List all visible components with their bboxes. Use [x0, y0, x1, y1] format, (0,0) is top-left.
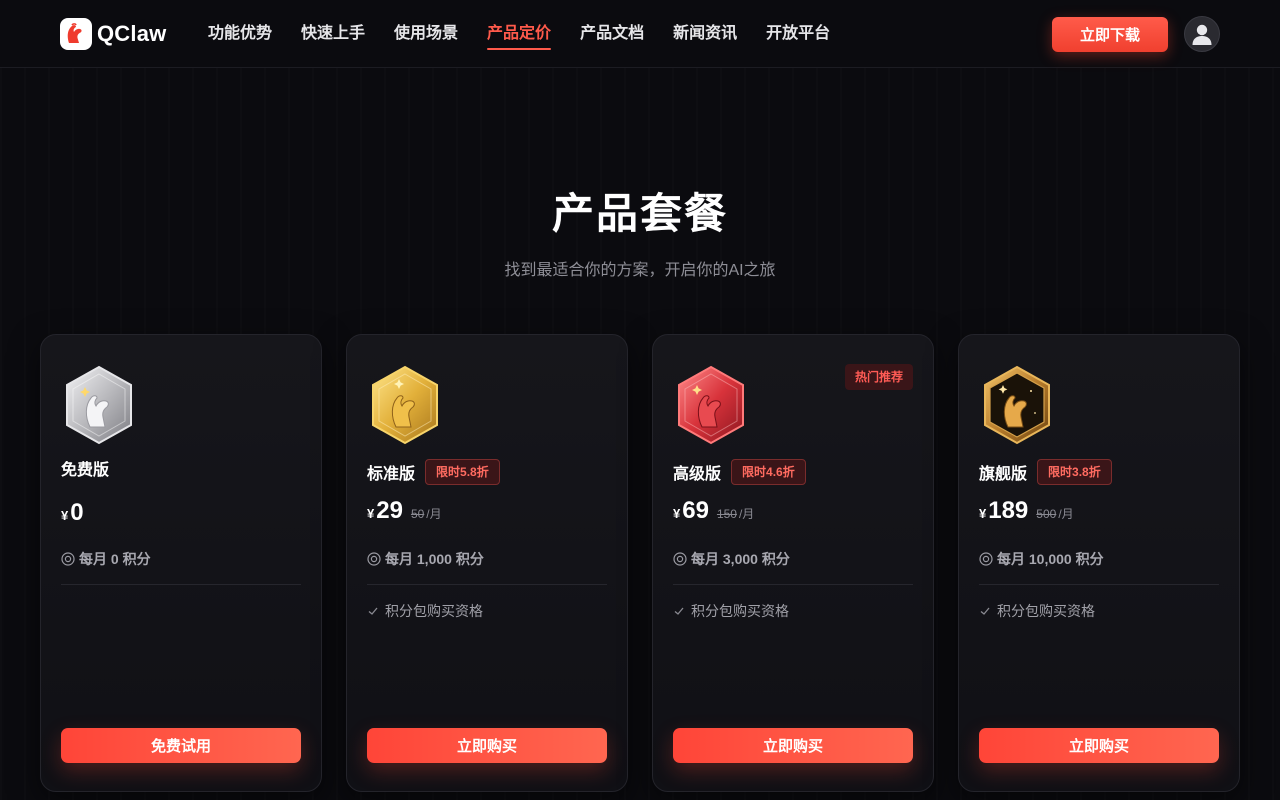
bronze-claw-badge-icon — [984, 365, 1050, 445]
plan-title-row: 高级版 限时4.6折 — [673, 459, 806, 485]
discount-badge: 限时5.8折 — [425, 459, 500, 485]
page-title: 产品套餐 — [551, 190, 728, 237]
logo-text: QClaw — [97, 21, 167, 46]
billing-period: /月 — [738, 507, 755, 521]
price-value: 0 — [70, 499, 84, 526]
points-coin-icon — [367, 552, 381, 566]
card-divider — [979, 584, 1219, 585]
discount-badge: 限时4.6折 — [731, 459, 806, 485]
main-nav: 功能优势 快速上手 使用场景 产品定价 产品文档 新闻资讯 开放平台 — [208, 0, 830, 68]
points-text: 每月 3,000 积分 — [691, 551, 790, 567]
points-coin-icon — [61, 552, 75, 566]
user-icon — [1192, 24, 1212, 45]
check-icon — [674, 607, 684, 615]
page-subtitle: 找到最适合你的方案，开启你的AI之旅 — [504, 262, 776, 279]
plan-name: 旗舰版 — [979, 466, 1028, 483]
currency-symbol: ¥ — [61, 508, 69, 523]
plan-card-free: 免费版 ¥ 0 每月 0 积分 免费试用 — [40, 334, 322, 792]
plan-name: 高级版 — [673, 466, 722, 483]
user-avatar[interactable] — [1184, 16, 1220, 52]
nav-item-news[interactable]: 新闻资讯 — [673, 0, 737, 68]
feature-text: 积分包购买资格 — [385, 603, 483, 619]
price-value: 29 — [376, 497, 403, 524]
plan-card-standard: 标准版 限时5.8折 ¥ 29 50 /月 每月 1,000 积分 积分包购买资… — [346, 334, 628, 792]
feature-item: 积分包购买资格 — [979, 601, 1095, 621]
buy-now-button[interactable]: 立即购买 — [979, 728, 1219, 763]
points-text: 每月 0 积分 — [79, 551, 151, 567]
nav-item-quickstart[interactable]: 快速上手 — [301, 0, 365, 68]
buy-now-button[interactable]: 立即购买 — [673, 728, 913, 763]
points-row: 每月 0 积分 — [61, 549, 151, 569]
card-divider — [673, 584, 913, 585]
price-value: 189 — [988, 497, 1029, 524]
points-row: 每月 3,000 积分 — [673, 549, 790, 569]
feature-item: 积分包购买资格 — [367, 601, 483, 621]
price-row: ¥ 29 50 /月 — [367, 497, 442, 527]
feature-text: 积分包购买资格 — [691, 603, 789, 619]
free-trial-button[interactable]: 免费试用 — [61, 728, 301, 763]
plan-title-row: 旗舰版 限时3.8折 — [979, 459, 1112, 485]
nav-item-docs[interactable]: 产品文档 — [580, 0, 644, 68]
gold-claw-badge-icon — [372, 365, 438, 445]
price-row: ¥ 189 500 /月 — [979, 497, 1074, 527]
points-coin-icon — [979, 552, 993, 566]
card-divider — [367, 584, 607, 585]
nav-item-scenarios[interactable]: 使用场景 — [394, 0, 458, 68]
top-header: QClaw 功能优势 快速上手 使用场景 产品定价 产品文档 新闻资讯 开放平台… — [0, 0, 1280, 68]
points-row: 每月 10,000 积分 — [979, 549, 1104, 569]
price-value: 69 — [682, 497, 709, 524]
currency-symbol: ¥ — [979, 506, 987, 521]
nav-item-open-platform[interactable]: 开放平台 — [766, 0, 830, 68]
card-divider — [61, 584, 301, 585]
silver-claw-badge-icon — [66, 365, 132, 445]
original-price: 150 — [716, 507, 737, 521]
plan-name: 免费版 — [61, 462, 110, 479]
currency-symbol: ¥ — [367, 506, 375, 521]
download-button[interactable]: 立即下载 — [1052, 17, 1168, 52]
buy-now-button[interactable]: 立即购买 — [367, 728, 607, 763]
points-row: 每月 1,000 积分 — [367, 549, 484, 569]
plan-name: 标准版 — [367, 466, 416, 483]
points-text: 每月 1,000 积分 — [385, 551, 484, 567]
claw-logo-icon — [60, 18, 92, 50]
price-row: ¥ 69 150 /月 — [673, 497, 754, 527]
plan-card-flagship: 旗舰版 限时3.8折 ¥ 189 500 /月 每月 10,000 积分 积分包… — [958, 334, 1240, 792]
feature-text: 积分包购买资格 — [997, 603, 1095, 619]
nav-item-features[interactable]: 功能优势 — [208, 0, 272, 68]
original-price: 500 — [1036, 507, 1057, 521]
check-icon — [368, 607, 378, 615]
logo[interactable]: QClaw — [60, 18, 166, 50]
plan-title-row: 标准版 限时5.8折 — [367, 459, 500, 485]
points-coin-icon — [673, 552, 687, 566]
nav-item-pricing[interactable]: 产品定价 — [487, 0, 552, 68]
check-icon — [980, 607, 990, 615]
discount-badge: 限时3.8折 — [1037, 459, 1112, 485]
plan-title-row: 免费版 — [61, 455, 109, 481]
price-row: ¥ 0 — [61, 499, 90, 529]
hot-recommend-badge: 热门推荐 — [844, 364, 913, 390]
original-price: 50 — [410, 507, 425, 521]
billing-period: /月 — [1058, 507, 1074, 521]
plan-card-premium: 热门推荐 高级版 限时4.6折 ¥ 69 150 /月 每月 3,000 积分 … — [652, 334, 934, 792]
feature-item: 积分包购买资格 — [673, 601, 789, 621]
billing-period: /月 — [426, 507, 442, 521]
red-claw-badge-icon — [678, 365, 744, 445]
points-text: 每月 10,000 积分 — [997, 551, 1104, 567]
currency-symbol: ¥ — [673, 506, 681, 521]
